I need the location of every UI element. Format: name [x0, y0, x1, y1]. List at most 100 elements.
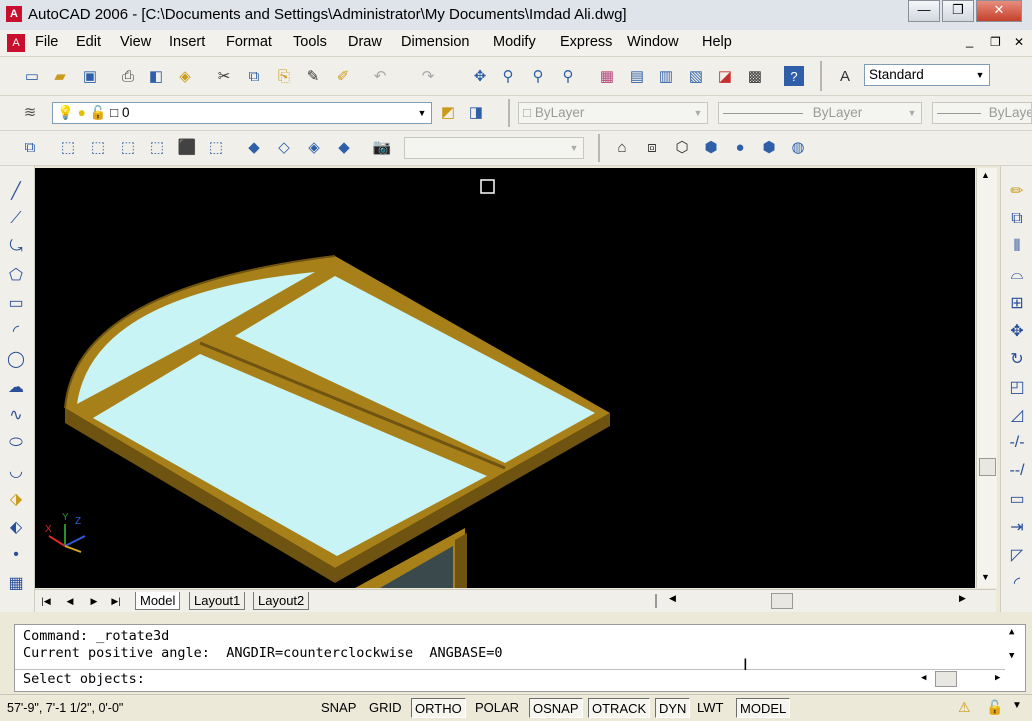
save-icon[interactable]: ▣ [80, 66, 100, 86]
first-tab-icon[interactable]: |◀ [37, 593, 55, 609]
cmd-hscroll-thumb[interactable] [935, 671, 957, 687]
hatch-icon[interactable]: ▦ [4, 572, 28, 594]
mirror-icon[interactable]: ⫴ [1005, 236, 1029, 258]
osnap-toggle[interactable]: OSNAP [529, 698, 583, 718]
gouraud-edges-icon[interactable]: ◍ [788, 137, 808, 157]
plot-preview-icon[interactable]: ◧ [146, 66, 166, 86]
nw-isometric-icon[interactable]: ◆ [334, 137, 354, 157]
last-tab-icon[interactable]: ▶| [107, 593, 125, 609]
horizontal-scroll-thumb[interactable] [771, 593, 793, 609]
spline-icon[interactable]: ∿ [4, 404, 28, 426]
toolbar-lock-icon[interactable]: 🔓 [986, 699, 1003, 716]
hidden-icon[interactable]: ⬡ [672, 137, 692, 157]
markup-icon[interactable]: ◪ [715, 66, 735, 86]
text-style-icon[interactable]: A [835, 66, 855, 86]
polygon-icon[interactable]: ⬠ [4, 264, 28, 286]
cut-icon[interactable]: ✂ [214, 66, 234, 86]
make-object-layer-current-icon[interactable]: ◩ [438, 102, 458, 122]
plot-icon[interactable]: ⎙ [118, 66, 138, 86]
command-prompt[interactable]: Select objects: [23, 671, 145, 687]
pan-realtime-icon[interactable]: ✥ [470, 66, 490, 86]
polyline-icon[interactable]: ⤿ [4, 236, 28, 258]
chamfer-icon[interactable]: ◸ [1005, 544, 1029, 566]
menu-modify[interactable]: Modify [493, 34, 536, 50]
scroll-right-icon[interactable]: ▶ [959, 593, 966, 604]
restore-window-button[interactable]: ❐ [942, 0, 974, 22]
menu-draw[interactable]: Draw [348, 34, 382, 50]
linetype-combo[interactable]: ByLayer ▼ [718, 102, 922, 124]
tab-layout2[interactable]: Layout2 [253, 592, 310, 610]
menu-file[interactable]: File [35, 34, 58, 50]
menu-window[interactable]: Window [627, 34, 679, 50]
help-icon[interactable]: ? [784, 66, 804, 86]
menu-edit[interactable]: Edit [76, 34, 101, 50]
properties-icon[interactable]: ▦ [597, 66, 617, 86]
ortho-toggle[interactable]: ORTHO [411, 698, 466, 718]
revision-cloud-icon[interactable]: ☁ [4, 376, 28, 398]
new-icon[interactable]: ▭ [22, 66, 42, 86]
zoom-realtime-icon[interactable]: ⚲ [498, 66, 518, 86]
move-icon[interactable]: ✥ [1005, 320, 1029, 342]
array-icon[interactable]: ⊞ [1005, 292, 1029, 314]
bottom-view-icon[interactable]: ⬚ [88, 137, 108, 157]
open-icon[interactable]: ▰ [50, 66, 70, 86]
ne-isometric-icon[interactable]: ◈ [304, 137, 324, 157]
text-style-combo[interactable]: Standard ▼ [864, 64, 990, 86]
scroll-down-icon[interactable]: ▼ [981, 572, 990, 582]
ellipse-arc-icon[interactable]: ◡ [4, 460, 28, 482]
layer-previous-icon[interactable]: ◨ [466, 102, 486, 122]
line-icon[interactable]: ╱ [4, 180, 28, 202]
match-properties-icon[interactable]: ✎ [303, 66, 323, 86]
cmd-scroll-down-icon[interactable]: ▼ [1009, 651, 1014, 661]
document-icon[interactable]: A [7, 34, 25, 52]
scale-icon[interactable]: ◰ [1005, 376, 1029, 398]
dyn-toggle[interactable]: DYN [655, 698, 691, 718]
ellipse-icon[interactable]: ⬭ [4, 432, 28, 454]
redo-icon[interactable]: ↷ [418, 66, 438, 86]
rotate-icon[interactable]: ↻ [1005, 348, 1029, 370]
layer-combo[interactable]: 💡 ● 🔓 □ 0 ▼ [52, 102, 432, 124]
menu-help[interactable]: Help [702, 34, 732, 50]
copy-icon[interactable]: ⧉ [244, 66, 264, 86]
sw-isometric-icon[interactable]: ◆ [244, 137, 264, 157]
se-isometric-icon[interactable]: ◇ [274, 137, 294, 157]
camera-icon[interactable]: 📷 [372, 137, 392, 157]
grid-toggle[interactable]: GRID [366, 698, 405, 718]
tab-layout1[interactable]: Layout1 [189, 592, 246, 610]
menu-view[interactable]: View [120, 34, 151, 50]
ucs-combo[interactable]: ▼ [404, 137, 584, 159]
doc-close-button[interactable]: ✕ [1014, 35, 1024, 49]
left-view-icon[interactable]: ⬚ [118, 137, 138, 157]
autocad-app-icon[interactable]: A [6, 6, 22, 22]
doc-minimize-button[interactable]: _ [966, 33, 973, 48]
3d-wireframe-icon[interactable]: ⧈ [642, 137, 662, 157]
block-editor-icon[interactable]: ✐ [333, 66, 353, 86]
make-block-icon[interactable]: ⬖ [4, 516, 28, 538]
cmd-scroll-up-icon[interactable]: ▲ [1009, 627, 1014, 637]
drawing-viewport[interactable]: X Y Z [35, 168, 975, 588]
2d-wireframe-icon[interactable]: ⌂ [612, 137, 632, 157]
menu-express[interactable]: Express [560, 34, 612, 50]
insert-block-icon[interactable]: ⬗ [4, 488, 28, 510]
tab-model[interactable]: Model [135, 592, 181, 610]
flat-edges-icon[interactable]: ⬢ [759, 137, 779, 157]
copy-object-icon[interactable]: ⧉ [1005, 208, 1029, 230]
communication-center-icon[interactable]: ⚠ [958, 699, 971, 716]
polar-toggle[interactable]: POLAR [472, 698, 522, 718]
model-toggle[interactable]: MODEL [736, 698, 791, 718]
close-window-button[interactable]: ✕ [976, 0, 1022, 22]
undo-icon[interactable]: ↶ [370, 66, 390, 86]
erase-icon[interactable]: ✏ [1005, 180, 1029, 202]
publish-icon[interactable]: ◈ [175, 66, 195, 86]
front-view-icon[interactable]: ⬛ [177, 137, 197, 157]
coordinate-readout[interactable]: 57'-9", 7'-1 1/2", 0'-0" [4, 698, 304, 718]
point-icon[interactable]: • [4, 544, 28, 566]
lwt-toggle[interactable]: LWT [694, 698, 726, 718]
sheet-set-icon[interactable]: ▧ [686, 66, 706, 86]
menu-insert[interactable]: Insert [169, 34, 205, 50]
color-combo[interactable]: □ ByLayer ▼ [518, 102, 708, 124]
menu-dimension[interactable]: Dimension [401, 34, 470, 50]
top-view-icon[interactable]: ⬚ [58, 137, 78, 157]
offset-icon[interactable]: ⌓ [1005, 264, 1029, 286]
cmd-scroll-left-icon[interactable]: ◀ [921, 673, 926, 683]
